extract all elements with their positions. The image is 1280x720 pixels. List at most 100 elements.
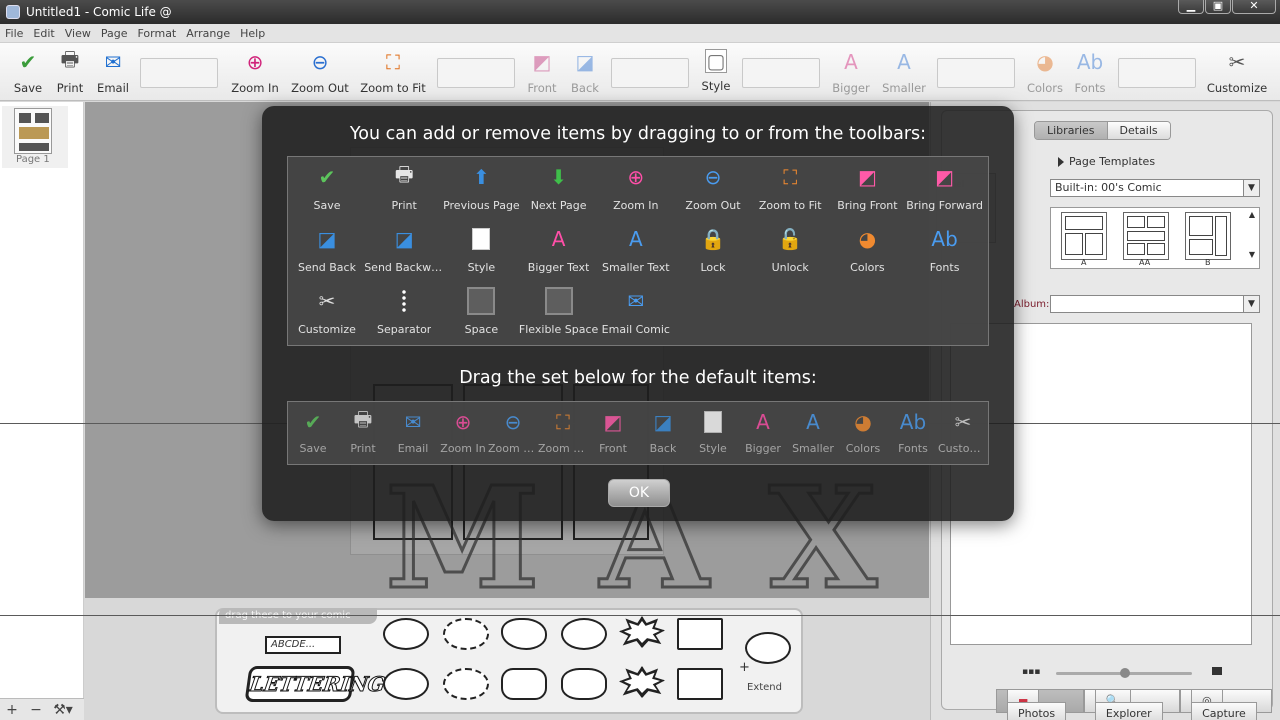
- dialog-item-label: Fonts: [929, 261, 960, 274]
- dialog-item-unlock[interactable]: 🔓 Unlock: [751, 225, 829, 285]
- page-tools-button[interactable]: ⚒▾: [48, 702, 78, 718]
- lettering-art[interactable]: LETTERING: [244, 666, 387, 702]
- thumbnail-size-slider[interactable]: ▪▪▪: [1022, 667, 1252, 679]
- style-icon: [467, 225, 495, 253]
- dialog-item-style[interactable]: Style: [442, 225, 520, 285]
- template-set-select[interactable]: Built-in: 00's Comic ▼: [1050, 179, 1260, 197]
- toolbar-save-button[interactable]: ✔ Save: [14, 49, 42, 95]
- thought-balloon[interactable]: [501, 618, 547, 650]
- toolbar-zoom-to-fit-button[interactable]: ⛶ Zoom to Fit: [360, 49, 426, 95]
- bigger-text-icon: A: [756, 410, 770, 434]
- toolbar-bring-front-button[interactable]: ◩ Front: [527, 49, 556, 95]
- tab-photos[interactable]: ▬ Photos: [996, 689, 1084, 720]
- shout-balloon[interactable]: [619, 666, 665, 698]
- scroll-down-icon[interactable]: ▼: [1249, 250, 1255, 259]
- menu-help[interactable]: Help: [235, 27, 270, 40]
- unlock-icon: 🔓: [777, 227, 803, 251]
- toolbar-label: Bigger: [832, 81, 870, 95]
- dialog-item-zoom-in[interactable]: ⊕ Zoom In: [597, 163, 675, 223]
- maximize-button[interactable]: ▣: [1205, 0, 1231, 14]
- speech-balloon[interactable]: [561, 668, 607, 700]
- toolbar-email-button[interactable]: ✉ Email: [97, 49, 129, 95]
- default-item-label: Back: [649, 442, 677, 455]
- tab-details[interactable]: Details: [1107, 122, 1170, 139]
- speech-balloon[interactable]: [383, 618, 429, 650]
- page-thumbnail[interactable]: [14, 108, 52, 154]
- dialog-item-bring-forward[interactable]: ◩ Bring Forward: [906, 163, 984, 223]
- toolbar-zoom-in-button[interactable]: ⊕ Zoom In: [231, 49, 279, 95]
- dialog-item-previous-page[interactable]: ⬆ Previous Page: [442, 163, 520, 223]
- whisper-balloon[interactable]: [443, 668, 489, 700]
- dialog-item-next-page[interactable]: ⬇ Next Page: [520, 163, 598, 223]
- tab-explorer[interactable]: 🔍 Explorer: [1083, 689, 1181, 720]
- page-strip-scrollbar[interactable]: [73, 106, 81, 692]
- caption-balloon[interactable]: [677, 618, 723, 650]
- menu-page[interactable]: Page: [96, 27, 133, 40]
- page-templates-header[interactable]: Page Templates: [1058, 155, 1155, 168]
- scroll-up-icon[interactable]: ▲: [1249, 210, 1255, 219]
- dialog-item-flexible-space[interactable]: Flexible Space: [519, 287, 598, 347]
- default-item-label: Colors: [845, 442, 881, 455]
- tab-libraries[interactable]: Libraries: [1035, 122, 1108, 139]
- dialog-item-space[interactable]: Space: [442, 287, 520, 347]
- dialog-item-send-back[interactable]: ◪ Send Back: [288, 225, 366, 285]
- ok-button[interactable]: OK: [608, 479, 670, 507]
- dialog-item-zoom-to-fit[interactable]: ⛶ Zoom to Fit: [751, 163, 829, 223]
- toolbar-fonts-button[interactable]: Ab Fonts: [1074, 49, 1105, 95]
- toolbar-label: Smaller: [882, 81, 926, 95]
- dialog-item-colors[interactable]: ◕ Colors: [828, 225, 906, 285]
- speech-balloon[interactable]: [561, 618, 607, 650]
- remove-page-button[interactable]: −: [24, 702, 48, 718]
- dialog-item-fonts[interactable]: Ab Fonts: [906, 225, 984, 285]
- caption-box[interactable]: ABCDE...: [265, 636, 341, 654]
- dialog-item-bigger-text[interactable]: A Bigger Text: [520, 225, 598, 285]
- menu-view[interactable]: View: [60, 27, 96, 40]
- dialog-item-separator[interactable]: Separator: [365, 287, 443, 347]
- rounded-balloon[interactable]: [501, 668, 547, 700]
- default-item-customize: ✂ Customize: [938, 408, 988, 455]
- dialog-item-zoom-out[interactable]: ⊖ Zoom Out: [674, 163, 752, 223]
- caption-balloon[interactable]: [677, 668, 723, 700]
- dialog-item-label: Smaller Text: [602, 261, 670, 274]
- dialog-item-save[interactable]: ✔ Save: [288, 163, 366, 223]
- menu-arrange[interactable]: Arrange: [181, 27, 235, 40]
- add-page-button[interactable]: +: [0, 702, 24, 718]
- minimize-button[interactable]: ▁: [1178, 0, 1204, 14]
- tab-capture[interactable]: ◎ Capture: [1180, 689, 1273, 720]
- toolbar-customize-button[interactable]: ✂ Customize: [1207, 49, 1267, 95]
- extend-balloon[interactable]: [745, 632, 791, 664]
- template-thumb[interactable]: [1123, 212, 1169, 260]
- album-select[interactable]: ▼: [1050, 295, 1260, 313]
- toolbar-print-button[interactable]: 🖶 Print: [57, 47, 83, 95]
- speech-balloon[interactable]: [383, 668, 429, 700]
- dialog-item-print[interactable]: 🖶 Print: [365, 162, 443, 223]
- fonts-icon: Ab: [931, 227, 958, 251]
- menu-edit[interactable]: Edit: [28, 27, 59, 40]
- whisper-balloon[interactable]: [443, 618, 489, 650]
- default-item-bring-front: ◩ Front: [588, 408, 638, 455]
- template-thumb[interactable]: [1185, 212, 1231, 260]
- dialog-item-lock[interactable]: 🔒 Lock: [674, 225, 752, 285]
- dialog-item-send-backward[interactable]: ◪ Send Backward: [364, 225, 444, 285]
- dialog-item-bring-front[interactable]: ◩ Bring Front: [828, 163, 906, 223]
- toolbar-colors-button[interactable]: ◕ Colors: [1027, 49, 1063, 95]
- toolbar-send-back-button[interactable]: ◪ Back: [571, 49, 599, 95]
- toolbar-smaller-text-button[interactable]: A Smaller: [882, 49, 926, 95]
- close-button[interactable]: ✕: [1232, 0, 1276, 14]
- toolbar-bigger-text-button[interactable]: A Bigger: [832, 49, 870, 95]
- dialog-item-smaller-text[interactable]: A Smaller Text: [597, 225, 675, 285]
- template-thumb[interactable]: [1061, 212, 1107, 260]
- toolbar-zoom-out-button[interactable]: ⊖ Zoom Out: [291, 49, 349, 95]
- dialog-item-customize[interactable]: ✂ Customize: [288, 287, 366, 347]
- shout-balloon[interactable]: [619, 616, 665, 648]
- slider-thumb[interactable]: [1120, 668, 1130, 678]
- toolbar: ✔ Save 🖶 Print ✉ Email ⊕ Zoom In ⊖ Zoom Out ⛶ Zoom …: [0, 43, 1280, 101]
- menu-file[interactable]: File: [0, 27, 28, 40]
- menu-format[interactable]: Format: [132, 27, 181, 40]
- toolbar-label: Fonts: [1074, 81, 1106, 95]
- default-items-set[interactable]: ✔ Save 🖶 Print ✉ Email ⊕ Zoom In ⊖ Zoom Out ⛶ Zoom …: [287, 401, 989, 465]
- toolbar-style-button[interactable]: ▢ Style: [702, 49, 730, 93]
- default-item-email: ✉ Email: [388, 408, 438, 455]
- dialog-item-email-comic[interactable]: ✉ Email Comic: [597, 287, 675, 347]
- template-label: A: [1081, 258, 1087, 267]
